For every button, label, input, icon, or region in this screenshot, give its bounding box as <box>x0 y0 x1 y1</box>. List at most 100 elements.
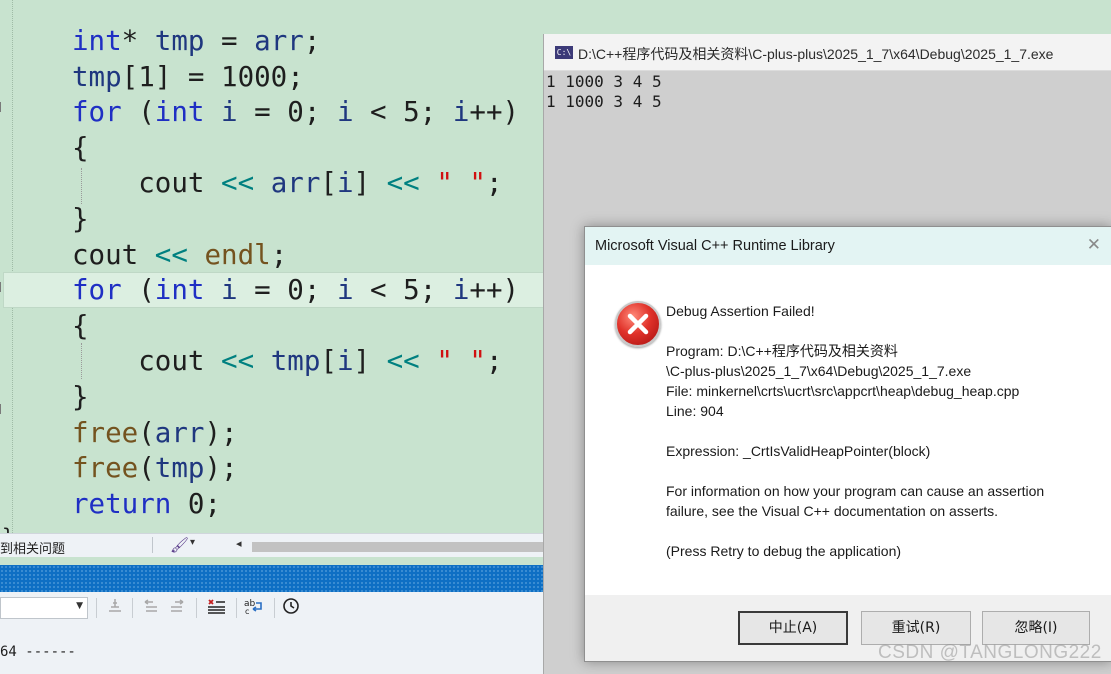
clear-icon[interactable] <box>104 597 126 619</box>
dialog-file: File: minkernel\crts\ucrt\src\appcrt\hea… <box>666 383 1020 399</box>
code-token: i <box>221 96 238 129</box>
outline-marker <box>0 404 5 414</box>
code-token: << <box>154 238 188 271</box>
next-message-icon[interactable] <box>166 597 188 619</box>
console-output: 1 1000 3 4 51 1000 3 4 5 <box>546 72 662 112</box>
code-token: ; <box>485 345 503 378</box>
output-text-area[interactable]: 64 ------ <box>0 624 544 674</box>
code-token: " " <box>436 167 486 200</box>
separator <box>152 537 153 553</box>
code-token: << <box>221 345 255 378</box>
assertion-dialog[interactable]: Microsoft Visual C++ Runtime Library ✕ D… <box>584 226 1111 662</box>
scroll-left-icon[interactable]: ◂ <box>236 537 242 550</box>
word-wrap-icon[interactable]: ab c <box>242 597 266 619</box>
code-token: tmp <box>270 345 321 378</box>
separator <box>132 598 133 618</box>
console-title: D:\C++程序代码及相关资料\C-plus-plus\2025_1_7\x64… <box>578 46 1054 62</box>
code-token: ] <box>353 345 387 378</box>
output-source-select[interactable]: ▼ <box>0 597 88 619</box>
console-title-bar[interactable]: C:\ D:\C++程序代码及相关资料\C-plus-plus\2025_1_7… <box>544 34 1111 71</box>
clock-icon[interactable] <box>280 597 302 619</box>
code-token: = 0; <box>237 274 337 307</box>
code-token: ] <box>353 167 387 200</box>
chevron-down-icon: ▼ <box>76 601 83 611</box>
find-message-icon[interactable] <box>204 597 228 619</box>
code-editor[interactable]: int* tmp = arr; tmp[1] = 1000; for (int i … <box>0 0 544 533</box>
panel-header-bar <box>0 565 544 592</box>
code-token: i <box>336 345 354 378</box>
dialog-expression: Expression: _CrtIsValidHeapPointer(block… <box>666 443 931 459</box>
prev-message-icon[interactable] <box>140 597 162 619</box>
code-token: tmp <box>154 25 205 57</box>
code-token: [1] = 1000; <box>121 60 304 93</box>
code-token: i <box>336 167 354 200</box>
outline-marker <box>0 102 5 112</box>
code-token: i <box>336 274 354 307</box>
code-token: * <box>121 25 155 57</box>
code-token: for <box>72 274 122 307</box>
abort-button[interactable]: 中止(A) <box>738 611 848 645</box>
watermark: CSDN @TANGLONG222 <box>878 642 1102 663</box>
code-token: ( <box>138 452 155 485</box>
code-token: [ <box>320 345 337 378</box>
code-token: ; <box>485 167 503 200</box>
output-line: 64 ------ <box>0 644 76 660</box>
separator <box>96 598 97 618</box>
output-toolbar: ▼ ab c <box>0 592 544 624</box>
code-line-current: for (int i = 0; i < 5; i++) <box>3 272 544 309</box>
code-token: int <box>154 274 205 307</box>
search-online-text[interactable]: 到相关问题 <box>0 538 65 557</box>
code-token: i <box>336 96 354 129</box>
code-token: tmp <box>72 60 122 93</box>
dialog-info-line: For information on how your program can … <box>666 483 1045 499</box>
separator <box>274 598 275 618</box>
code-token: i <box>452 96 470 129</box>
code-token: return <box>72 487 172 520</box>
code-token: cout <box>72 345 222 378</box>
code-token: << <box>221 167 255 200</box>
code-token: < 5; <box>353 274 453 307</box>
code-token: ; <box>270 238 288 271</box>
close-icon[interactable]: ✕ <box>1087 235 1101 255</box>
code-token: arr <box>270 167 321 200</box>
dialog-title-bar[interactable]: Microsoft Visual C++ Runtime Library ✕ <box>585 227 1111 265</box>
code-token: i <box>452 274 470 307</box>
code-token: ); <box>204 416 238 449</box>
code-token: { <box>72 309 89 342</box>
separator <box>196 598 197 618</box>
error-icon <box>615 301 661 347</box>
dialog-program-path: \C-plus-plus\2025_1_7\x64\Debug\2025_1_7… <box>666 363 972 379</box>
code-token: = <box>204 25 255 57</box>
dialog-line: Line: 904 <box>666 403 724 419</box>
horizontal-scrollbar[interactable] <box>252 542 544 552</box>
svg-text:c: c <box>245 607 249 615</box>
code-token: = 0; <box>237 96 337 129</box>
code-token: free <box>72 452 139 485</box>
chevron-down-icon[interactable]: ▾ <box>190 537 195 548</box>
code-token: free <box>72 416 139 449</box>
ignore-button[interactable]: 忽略(I) <box>982 611 1090 645</box>
code-token: ); <box>204 452 238 485</box>
console-output-line: 1 1000 3 4 5 <box>546 92 662 111</box>
dialog-program-label: Program: D:\C++程序代码及相关资料 <box>666 343 898 359</box>
brush-icon[interactable]: 🖌 <box>170 536 189 554</box>
retry-button[interactable]: 重试(R) <box>861 611 971 645</box>
code-token: " " <box>436 345 486 378</box>
error-search-strip: 到相关问题 🖌 ▾ ◂ <box>0 533 544 557</box>
code-token: arr <box>154 416 205 449</box>
code-token: ; <box>303 25 321 57</box>
code-token: ++) <box>469 96 520 129</box>
code-token: cout <box>72 238 155 271</box>
code-closing-brace: } <box>2 524 14 533</box>
dialog-title: Microsoft Visual C++ Runtime Library <box>595 238 835 254</box>
code-token: } <box>72 203 89 235</box>
code-token: << <box>386 167 420 200</box>
code-token: < 5; <box>353 96 453 129</box>
code-token: tmp <box>154 452 205 485</box>
